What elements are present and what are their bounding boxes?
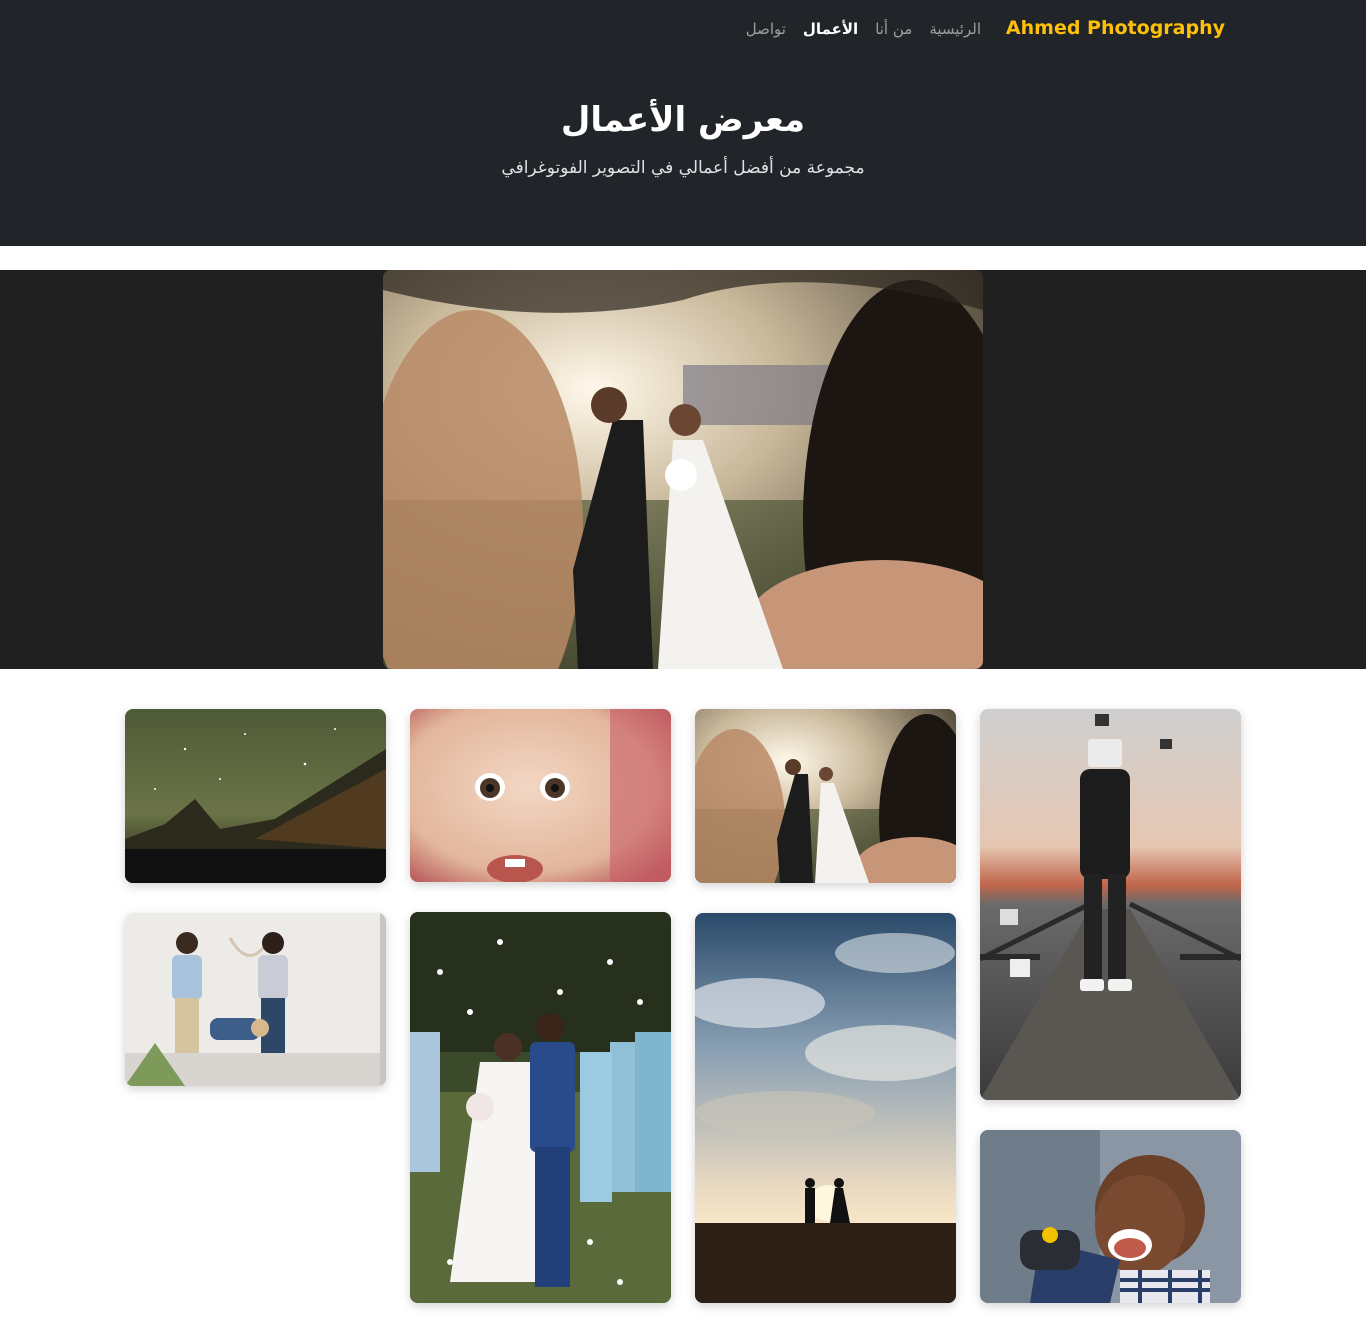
nav-link-works[interactable]: الأعمال: [803, 20, 858, 38]
navbar: Ahmed Photography الرئيسية من أنا الأعما…: [0, 0, 1366, 58]
nav-item-home: الرئيسية: [929, 19, 981, 38]
couple-silhouette-sunset-image: [695, 913, 956, 1303]
night-sky-mountains-image: [125, 709, 386, 883]
nav-menu: الرئيسية من أنا الأعمال تواصل: [746, 19, 981, 38]
page-subtitle: مجموعة من أفضل أعمالي في التصوير الفوتوغ…: [501, 158, 865, 178]
masked-man-on-pier-image: [980, 709, 1241, 1100]
wedding-procession-image: [695, 709, 956, 883]
featured-photo[interactable]: [383, 270, 983, 669]
nav-item-contact: تواصل: [746, 19, 786, 38]
gallery-photo[interactable]: [980, 709, 1241, 1100]
featured-section: [0, 270, 1366, 669]
page-title: معرض الأعمال: [560, 100, 806, 140]
gallery-photo[interactable]: [410, 709, 671, 882]
gallery-photo[interactable]: [695, 709, 956, 883]
gallery-photo[interactable]: [125, 913, 386, 1086]
nav-link-home[interactable]: الرئيسية: [929, 20, 981, 38]
nav-item-about: من أنا: [875, 19, 912, 38]
page-header: Ahmed Photography الرئيسية من أنا الأعما…: [0, 0, 1366, 246]
gallery-photo[interactable]: [410, 912, 671, 1303]
nav-link-contact[interactable]: تواصل: [746, 20, 786, 38]
gallery-photo[interactable]: [980, 1130, 1241, 1303]
family-playing-image: [125, 913, 386, 1086]
gallery-photo[interactable]: [695, 913, 956, 1303]
wedding-procession-image: [383, 270, 983, 669]
laughing-child-image: [980, 1130, 1241, 1303]
nav-item-works: الأعمال: [803, 19, 858, 38]
brand-logo[interactable]: Ahmed Photography: [1006, 17, 1225, 39]
gallery-photo[interactable]: [125, 709, 386, 883]
wedding-kiss-petals-image: [410, 912, 671, 1303]
nav-link-about[interactable]: من أنا: [875, 20, 912, 38]
baby-closeup-image: [410, 709, 671, 882]
